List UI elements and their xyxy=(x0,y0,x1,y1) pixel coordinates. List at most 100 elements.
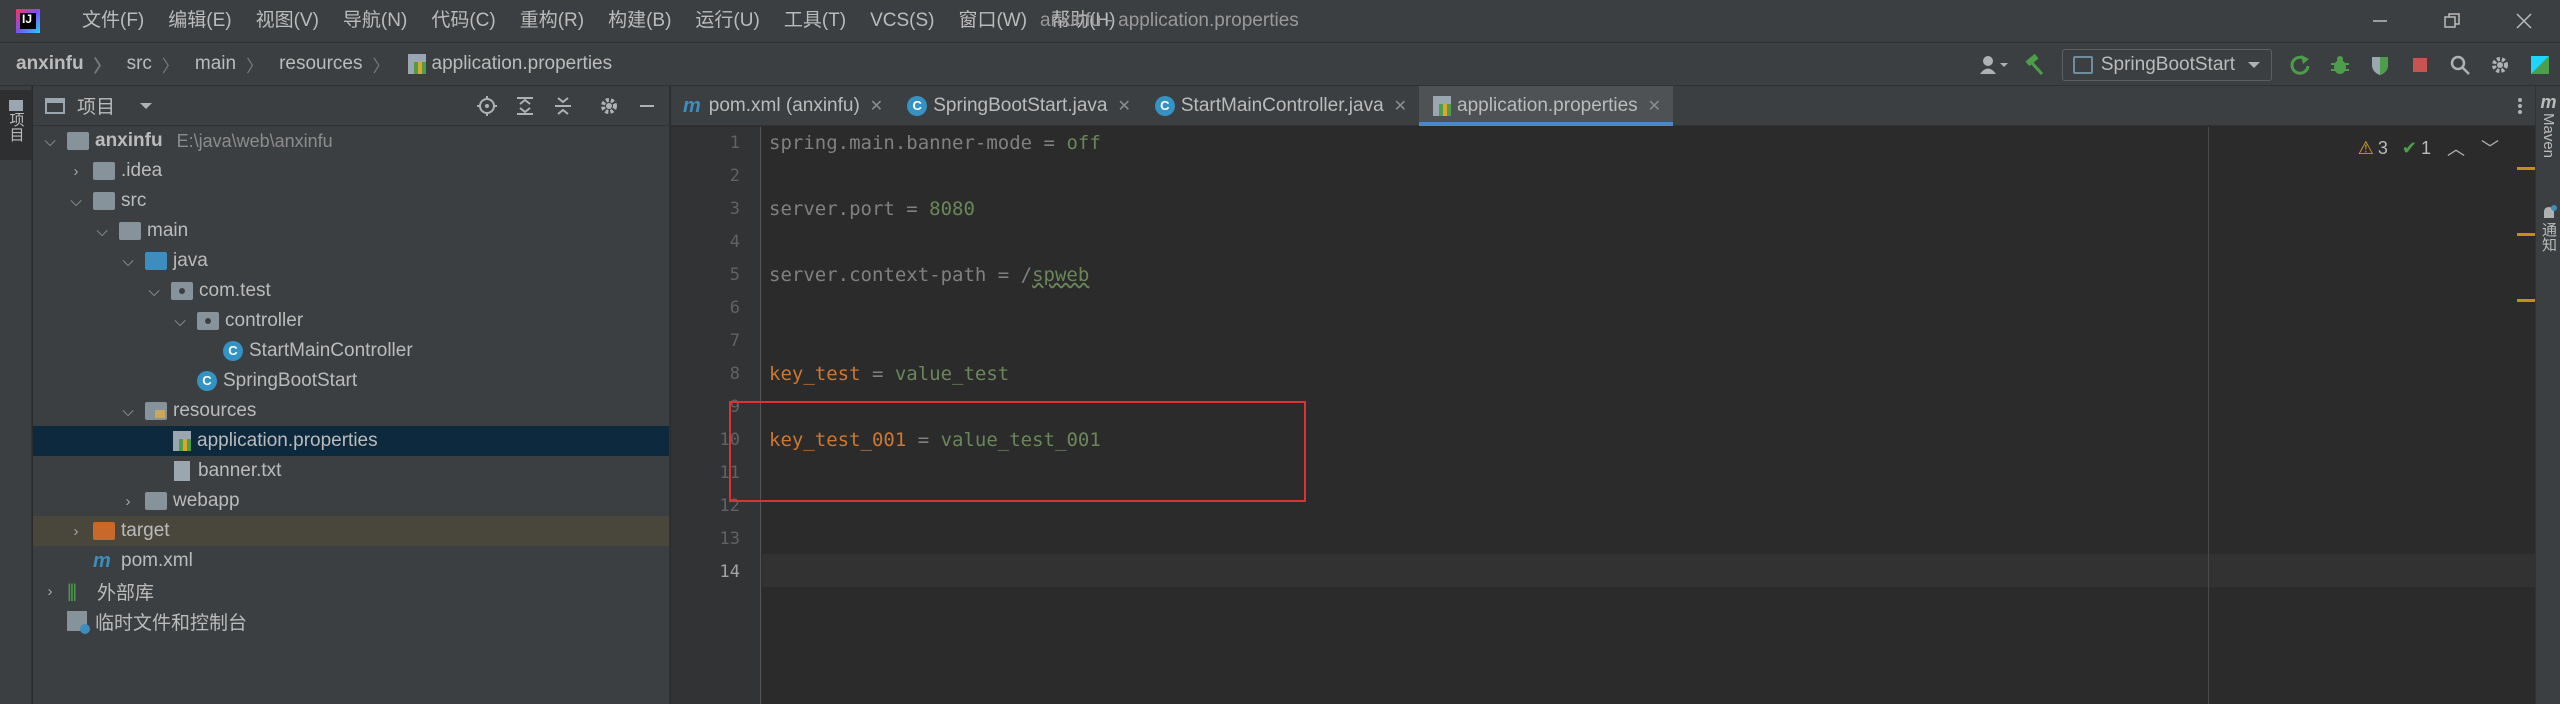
jetbrains-toolbox-button[interactable] xyxy=(2522,47,2558,83)
java-class-icon: C xyxy=(1154,96,1175,116)
tree-item-spring-boot-start[interactable]: › C SpringBootStart xyxy=(33,366,669,396)
breadcrumb-main[interactable]: main 〉 xyxy=(179,52,263,77)
tab-spring-boot-start[interactable]: C SpringBootStart.java ✕ xyxy=(895,86,1143,126)
locate-target-icon xyxy=(477,96,497,116)
tabs-more-button[interactable] xyxy=(2505,86,2535,126)
breadcrumb-label: resources xyxy=(279,53,363,74)
maven-tool-window-tab[interactable]: m Maven xyxy=(2536,92,2560,158)
project-view-selector[interactable]: 项目 xyxy=(45,92,153,119)
menu-window[interactable]: 窗口(W) xyxy=(946,0,1039,42)
menu-tools[interactable]: 工具(T) xyxy=(772,0,858,42)
tab-start-main-controller[interactable]: C StartMainController.java ✕ xyxy=(1143,86,1419,126)
close-icon[interactable]: ✕ xyxy=(1394,96,1407,116)
notifications-tool-window-tab[interactable]: 通知 xyxy=(2536,204,2560,252)
error-stripe-marker[interactable] xyxy=(2517,233,2535,236)
chevron-down-icon xyxy=(2248,62,2260,68)
panel-options-button[interactable] xyxy=(593,90,625,122)
project-folder-icon xyxy=(45,97,65,114)
property-separator: = xyxy=(860,363,895,385)
tab-application-properties[interactable]: application.properties ✕ xyxy=(1419,86,1674,126)
error-stripe-marker[interactable] xyxy=(2517,299,2535,302)
settings-button[interactable] xyxy=(2482,47,2518,83)
tree-item-src[interactable]: ⌵ src xyxy=(33,186,669,216)
select-opened-file-button[interactable] xyxy=(471,90,503,122)
close-icon[interactable]: ✕ xyxy=(1648,96,1661,116)
tree-item-scratches[interactable]: › 临时文件和控制台 xyxy=(33,606,669,636)
tree-item-start-main-controller[interactable]: › C StartMainController xyxy=(33,336,669,366)
tab-pom-xml[interactable]: m pom.xml (anxinfu) ✕ xyxy=(671,86,895,126)
tree-item-anxinfu[interactable]: ⌵ anxinfu E:\java\web\anxinfu xyxy=(33,126,669,156)
text-file-icon xyxy=(174,461,190,481)
hide-panel-button[interactable] xyxy=(631,90,663,122)
run-with-coverage-button[interactable] xyxy=(2362,47,2398,83)
tree-item-external-libraries[interactable]: › ||| 外部库 xyxy=(33,576,669,606)
breadcrumb-project[interactable]: anxinfu 〉 xyxy=(0,52,111,77)
menu-code[interactable]: 代码(C) xyxy=(419,0,507,42)
resources-folder-icon xyxy=(145,402,167,420)
chevron-up-icon[interactable]: ︿ xyxy=(2447,135,2465,161)
tree-item-webapp[interactable]: › webapp xyxy=(33,486,669,516)
stop-button[interactable] xyxy=(2402,47,2438,83)
expand-all-icon xyxy=(517,97,533,115)
chevron-down-icon: ⌵ xyxy=(96,222,108,240)
close-icon[interactable]: ✕ xyxy=(870,96,883,116)
rerun-button[interactable] xyxy=(2282,47,2318,83)
module-folder-icon xyxy=(67,132,89,150)
menu-navigate[interactable]: 导航(N) xyxy=(331,0,419,42)
close-icon[interactable]: ✕ xyxy=(1117,96,1130,116)
tree-item-application-properties[interactable]: › application.properties xyxy=(33,426,669,456)
menu-build[interactable]: 构建(B) xyxy=(596,0,683,42)
tree-item-com-test[interactable]: ⌵ com.test xyxy=(33,276,669,306)
run-configuration-label: SpringBootStart xyxy=(2100,54,2235,75)
main-toolbar: SpringBootStart xyxy=(1974,43,2560,87)
restore-icon xyxy=(2444,13,2460,28)
chevron-down-icon[interactable]: ﹀ xyxy=(2481,135,2499,161)
tree-item-idea[interactable]: › .idea xyxy=(33,156,669,186)
tree-item-target[interactable]: › target xyxy=(33,516,669,546)
menu-vcs[interactable]: VCS(S) xyxy=(858,0,946,42)
expand-all-button[interactable] xyxy=(509,90,541,122)
spring-boot-class-icon: C xyxy=(197,371,217,391)
excluded-folder-icon xyxy=(93,522,115,540)
debug-button[interactable] xyxy=(2322,47,2358,83)
menu-edit[interactable]: 编辑(E) xyxy=(156,0,243,42)
tree-item-banner-txt[interactable]: › banner.txt xyxy=(33,456,669,486)
menu-view[interactable]: 视图(V) xyxy=(244,0,331,42)
error-stripe-marker[interactable] xyxy=(2517,167,2535,170)
rerun-icon xyxy=(2290,55,2310,75)
menu-refactor[interactable]: 重构(R) xyxy=(508,0,596,42)
tree-item-label: main xyxy=(147,220,189,241)
collapse-all-button[interactable] xyxy=(547,90,579,122)
breadcrumb-file[interactable]: application.properties xyxy=(390,53,613,75)
property-separator: = / xyxy=(986,264,1033,286)
package-icon xyxy=(171,282,193,300)
folder-icon xyxy=(119,222,141,240)
window-controls xyxy=(2344,0,2560,42)
project-tool-window-tab[interactable]: 项目 xyxy=(0,90,32,160)
tree-item-label: controller xyxy=(225,310,304,331)
menu-run[interactable]: 运行(U) xyxy=(683,0,771,42)
tree-item-resources[interactable]: ⌵ resources xyxy=(33,396,669,426)
breadcrumb-src[interactable]: src 〉 xyxy=(111,52,179,77)
breadcrumb-label: application.properties xyxy=(431,53,613,74)
tree-item-java[interactable]: ⌵ java xyxy=(33,246,669,276)
user-account-button[interactable] xyxy=(1976,47,2012,83)
close-window-button[interactable] xyxy=(2488,0,2560,42)
tree-item-pom-xml[interactable]: › m pom.xml xyxy=(33,546,669,576)
inspection-widget[interactable]: ⚠ 3 ✔ 1 ︿ ﹀ xyxy=(2358,135,2499,161)
run-configuration-select[interactable]: SpringBootStart xyxy=(2061,49,2272,81)
search-everywhere-button[interactable] xyxy=(2442,47,2478,83)
minimize-button[interactable] xyxy=(2344,0,2416,42)
tree-item-main[interactable]: ⌵ main xyxy=(33,216,669,246)
build-button[interactable] xyxy=(2016,47,2052,83)
editor-tab-bar: m pom.xml (anxinfu) ✕ C SpringBootStart.… xyxy=(671,86,2535,126)
line-number: 2 xyxy=(729,166,740,186)
breadcrumb-resources[interactable]: resources 〉 xyxy=(263,52,389,77)
restore-button[interactable] xyxy=(2416,0,2488,42)
code-editor[interactable]: 1 2 3 4 5 6 7 8 9 10 11 12 13 14 spring.… xyxy=(671,127,2535,704)
tree-item-label: src xyxy=(121,190,147,211)
chevron-down-icon: ⌵ xyxy=(122,402,134,420)
tree-item-controller[interactable]: ⌵ controller xyxy=(33,306,669,336)
menu-file[interactable]: 文件(F) xyxy=(70,0,156,42)
tree-item-label: SpringBootStart xyxy=(223,370,358,391)
